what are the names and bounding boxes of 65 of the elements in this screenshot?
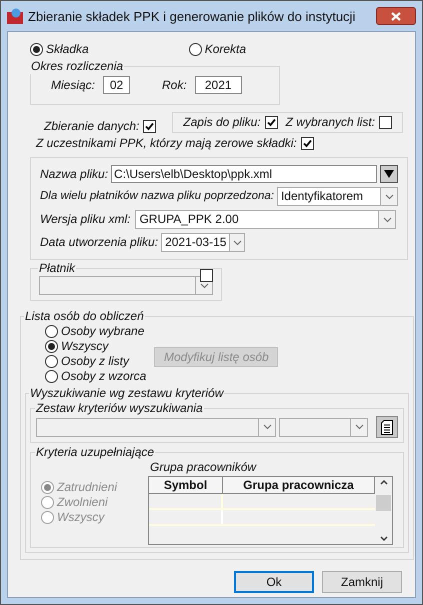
dropdown-button[interactable] xyxy=(380,165,398,183)
chevron-down-icon xyxy=(382,216,392,222)
radio-label: Osoby z wzorca xyxy=(61,369,146,384)
field-label: Nazwa pliku: xyxy=(40,166,108,182)
dialog-button[interactable]: Zamknij xyxy=(322,571,402,593)
date-picker[interactable]: 2021-03-15 xyxy=(161,233,246,252)
radio-button[interactable] xyxy=(45,355,58,368)
radio-label: Zatrudnieni xyxy=(57,480,118,495)
version-dropdown[interactable]: GRUPA_PPK 2.00 xyxy=(135,210,396,229)
year-field[interactable]: 2021 xyxy=(194,76,242,94)
close-icon xyxy=(391,12,401,20)
radio-button[interactable] xyxy=(30,43,43,56)
group-title: Wyszukiwanie wg zestawu kryteriów xyxy=(29,386,224,401)
prefix-dropdown[interactable]: Identyfikatorem xyxy=(276,187,398,206)
group-title: Lista osób do obliczeń xyxy=(24,309,145,324)
group-title: Okres rozliczenia xyxy=(30,59,124,74)
radio-button[interactable] xyxy=(45,370,58,383)
radio-label: Składka xyxy=(46,42,89,57)
checkbox[interactable] xyxy=(300,137,314,150)
document-button[interactable] xyxy=(376,416,398,438)
scrollbar-thumb[interactable] xyxy=(376,494,391,510)
close-button[interactable] xyxy=(376,7,416,25)
grid-title: Grupa pracowników xyxy=(149,460,258,476)
file-name-field[interactable]: C:\Users\elb\Desktop\ppk.xml xyxy=(111,165,378,183)
group-title: Kryteria uzupełniające xyxy=(35,445,156,460)
chevron-down-icon xyxy=(354,424,364,430)
radio-button[interactable] xyxy=(188,43,202,56)
radio-label: Zwolnieni xyxy=(57,495,108,510)
checkbox-label: Zapis do pliku: xyxy=(183,115,261,130)
triangle-down-icon xyxy=(384,170,394,178)
checkbox-label: Z wybranych list: xyxy=(286,115,375,130)
field-label: Rok: xyxy=(162,78,187,92)
field-label: Data utworzenia pliku: xyxy=(40,235,158,250)
column-header[interactable]: Grupa pracownicza xyxy=(223,477,375,494)
radio-label: Korekta xyxy=(204,42,246,57)
chevron-down-icon xyxy=(380,536,388,541)
radio-button[interactable] xyxy=(45,340,58,353)
radio-label: Wszyscy xyxy=(57,510,104,525)
document-icon xyxy=(381,420,393,434)
chevron-down-icon xyxy=(384,194,394,200)
app-icon xyxy=(7,8,23,24)
chevron-up-icon xyxy=(380,480,388,485)
chevron-down-icon xyxy=(200,282,208,288)
column-header[interactable]: Symbol xyxy=(149,477,223,494)
checkbox-label: Z uczestnikami PPK, którzy mają zerowe składki: xyxy=(36,136,297,151)
checkbox[interactable] xyxy=(143,120,156,133)
chevron-down-icon xyxy=(262,424,272,430)
radio-label: Wszyscy xyxy=(61,339,108,354)
radio-button[interactable] xyxy=(45,325,58,338)
field-label: Miesiąc: xyxy=(51,78,96,92)
checkbox-label: Zbieranie danych: xyxy=(44,119,140,134)
radio-label: Osoby wybrane xyxy=(61,324,144,339)
dialog-button[interactable]: Ok xyxy=(234,571,314,593)
checkbox[interactable] xyxy=(379,116,392,129)
scrollbar[interactable] xyxy=(375,477,392,544)
month-field[interactable]: 02 xyxy=(103,76,130,94)
radio-label: Osoby z listy xyxy=(61,354,130,369)
field-label: Dla wielu płatników nazwa pliku poprzedzona: xyxy=(40,189,274,204)
chevron-down-icon xyxy=(232,240,242,246)
field-label: Wersja pliku xml: xyxy=(40,212,130,227)
window-title: Zbieranie składek PPK i generowanie plików do instytucji xyxy=(28,8,356,24)
group-title: Płatnik xyxy=(38,261,76,276)
group-title: Zestaw kryteriów wyszukiwania xyxy=(35,401,204,416)
checkbox[interactable] xyxy=(264,116,278,129)
checkbox[interactable] xyxy=(200,269,213,282)
